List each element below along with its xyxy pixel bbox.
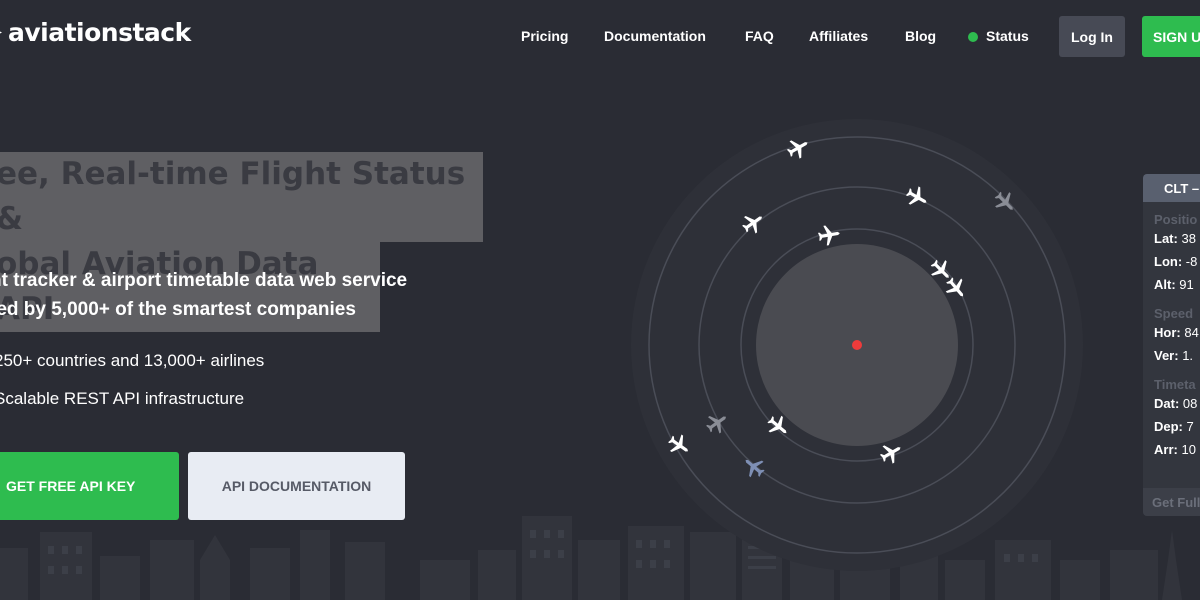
- vertical-speed-row: Ver: 1.: [1143, 344, 1200, 367]
- signup-button[interactable]: SIGN U: [1142, 16, 1200, 57]
- logo-text: aviationstack: [8, 18, 191, 47]
- flight-info-panel: CLT – Positio Lat: 38 Lon: -8 Alt: 91 Sp…: [1143, 174, 1200, 516]
- date-row: Dat: 08: [1143, 392, 1200, 415]
- hero-subtitle-line-1: ht tracker & airport timetable data web …: [0, 270, 408, 291]
- arrival-label: Arr:: [1154, 442, 1178, 457]
- arrival-value: 10: [1181, 442, 1196, 457]
- longitude-value: -8: [1185, 254, 1198, 269]
- feature-bullet-countries: 250+ countries and 13,000+ airlines: [0, 351, 265, 370]
- get-free-api-key-button[interactable]: GET FREE API KEY: [0, 452, 179, 520]
- horizontal-speed-value: 84: [1184, 325, 1199, 340]
- top-navigation-bar: aviationstack Pricing Documentation FAQ …: [0, 0, 1200, 72]
- speed-section-title: Speed: [1154, 306, 1194, 321]
- nav-status-label: Status: [986, 28, 1029, 44]
- nav-pricing[interactable]: Pricing: [521, 28, 568, 44]
- nav-status[interactable]: Status: [968, 28, 1029, 44]
- departure-label: Dep:: [1154, 419, 1183, 434]
- horizontal-speed-row: Hor: 84: [1143, 321, 1200, 344]
- api-documentation-button[interactable]: API DOCUMENTATION: [188, 452, 405, 520]
- nav-affiliates[interactable]: Affiliates: [809, 28, 868, 44]
- departure-row: Dep: 7: [1143, 415, 1200, 438]
- latitude-value: 38: [1181, 231, 1196, 246]
- aviationstack-logo[interactable]: aviationstack: [0, 18, 191, 47]
- departure-value: 7: [1186, 419, 1194, 434]
- get-full-data-link[interactable]: Get Full: [1143, 488, 1200, 516]
- flight-info-header: CLT –: [1143, 174, 1200, 202]
- vertical-speed-label: Ver:: [1154, 348, 1179, 363]
- nav-documentation[interactable]: Documentation: [604, 28, 706, 44]
- status-indicator-icon: [968, 32, 978, 42]
- hero-title-line-1: ee, Real-time Flight Status &: [0, 152, 483, 242]
- hero-subtitle: ht tracker & airport timetable data web …: [0, 266, 407, 324]
- login-button[interactable]: Log In: [1059, 16, 1125, 57]
- nav-faq[interactable]: FAQ: [745, 28, 774, 44]
- date-value: 08: [1182, 396, 1198, 411]
- date-label: Dat:: [1154, 396, 1180, 411]
- logo-arrow-icon: [0, 27, 2, 38]
- latitude-row: Lat: 38: [1143, 227, 1200, 250]
- horizontal-speed-label: Hor:: [1154, 325, 1181, 340]
- radar-center-dot: [852, 340, 862, 350]
- feature-bullet-rest-api: Scalable REST API infrastructure: [0, 389, 245, 408]
- altitude-label: Alt:: [1154, 277, 1176, 292]
- arrival-row: Arr: 10: [1143, 438, 1200, 461]
- vertical-speed-value: 1.: [1182, 348, 1194, 363]
- position-section-title: Positio: [1154, 212, 1198, 227]
- altitude-row: Alt: 91: [1143, 273, 1200, 296]
- longitude-label: Lon:: [1154, 254, 1183, 269]
- hero-title-line-1-text: ee, Real-time Flight Status &: [0, 156, 466, 237]
- nav-blog[interactable]: Blog: [905, 28, 936, 44]
- altitude-value: 91: [1179, 277, 1194, 292]
- longitude-row: Lon: -8: [1143, 250, 1200, 273]
- timetable-section-title: Timeta: [1154, 377, 1196, 392]
- flight-radar-illustration: [631, 119, 1083, 571]
- hero-subtitle-line-2: ted by 5,000+ of the smartest companies: [0, 299, 356, 320]
- latitude-label: Lat:: [1154, 231, 1178, 246]
